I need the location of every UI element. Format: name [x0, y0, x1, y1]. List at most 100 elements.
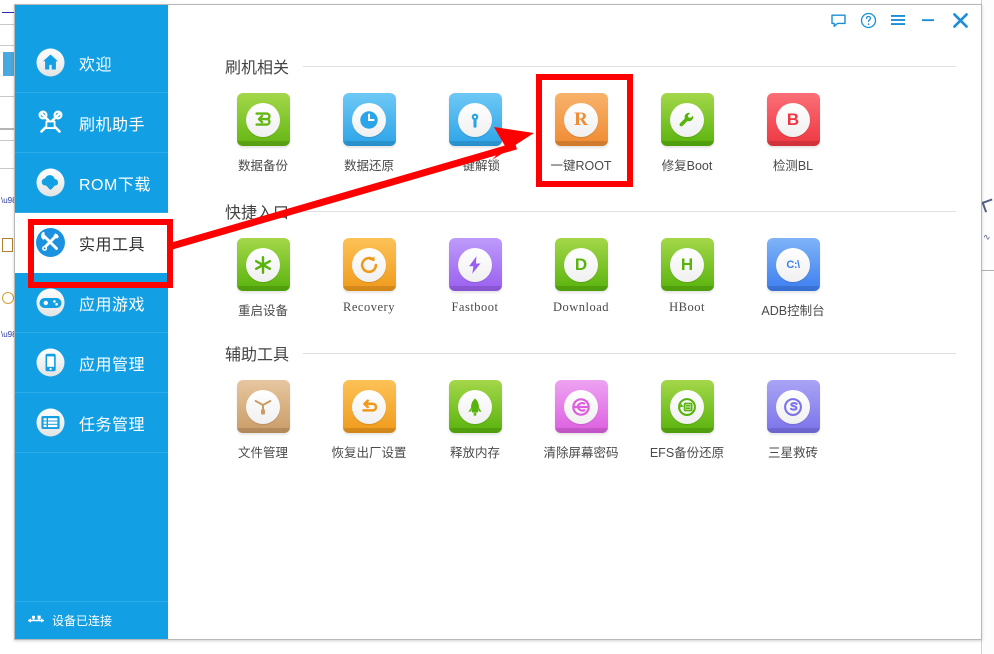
background-rule	[0, 45, 14, 46]
tile-label: 一键解锁	[450, 155, 500, 174]
tile-fastboot[interactable]: Fastboot	[422, 238, 528, 319]
tile-efs-backup-restore[interactable]: EFS备份还原	[634, 380, 740, 461]
section-header: 快捷入口	[168, 198, 981, 224]
tile-label: 文件管理	[238, 442, 288, 461]
recovery-icon	[343, 238, 396, 291]
tile-label: Recovery	[343, 300, 395, 315]
tile-label: 一键ROOT	[550, 155, 611, 174]
background-glyph: ∿	[983, 232, 991, 243]
tile-glyph: R	[564, 103, 598, 137]
tile-download-mode[interactable]: D Download	[528, 238, 634, 319]
clear-screen-lock-icon	[555, 380, 608, 433]
tile-row: 数据备份数据还原一键解锁 R 一键ROOT 修复Boot B 检测BL	[168, 93, 981, 174]
tile-glyph: H	[670, 248, 704, 282]
sidebar-item-label: 任务管理	[79, 411, 145, 435]
sidebar-item-apps-games[interactable]: 应用游戏	[15, 273, 168, 333]
tile-recovery[interactable]: Recovery	[316, 238, 422, 319]
tile-glyph	[458, 390, 492, 424]
tile-repair-boot[interactable]: 修复Boot	[634, 93, 740, 174]
menu-icon[interactable]	[883, 5, 913, 35]
section-title: 辅助工具	[225, 341, 289, 365]
tile-label: Fastboot	[451, 300, 498, 315]
section-quick-entry: 快捷入口 重启设备 Recovery Fastboot D Download HHBoot…	[168, 198, 981, 319]
background-rule	[0, 24, 14, 25]
tile-label: 重启设备	[238, 300, 288, 319]
cloud-download-icon	[33, 166, 67, 200]
tile-label: 修复Boot	[662, 155, 713, 174]
background-window-strip: \u9875 \u9879	[0, 0, 14, 654]
section-title: 快捷入口	[225, 199, 289, 223]
tile-hboot[interactable]: HHBoot	[634, 238, 740, 319]
feedback-icon[interactable]	[823, 5, 853, 35]
sidebar-item-app-management[interactable]: 应用管理	[15, 333, 168, 393]
close-icon[interactable]	[943, 5, 977, 35]
minimize-icon[interactable]	[913, 5, 943, 35]
sidebar-item-rom-download[interactable]: ROM下载	[15, 153, 168, 213]
wrench-screwdriver-icon	[33, 226, 67, 260]
file-manager-icon	[237, 380, 290, 433]
sidebar-item-label: ROM下载	[79, 171, 151, 195]
reboot-device-icon	[237, 238, 290, 291]
detect-bl-icon: B	[767, 93, 820, 146]
tile-reboot-device[interactable]: 重启设备	[210, 238, 316, 319]
background-box	[2, 238, 13, 252]
section-auxiliary-tools: 辅助工具 文件管理 恢复出厂设置释放内存 清除屏幕密码 EFS备份还原三星救砖	[168, 340, 981, 461]
tile-samsung-unbrick[interactable]: 三星救砖	[740, 380, 846, 461]
background-rule	[0, 128, 14, 130]
window-controls	[823, 5, 977, 35]
sidebar-item-practical-tools[interactable]: 实用工具	[15, 213, 168, 273]
section-divider	[303, 353, 956, 354]
sidebar-item-label: 欢迎	[79, 51, 112, 75]
tile-glyph	[246, 390, 280, 424]
tile-row: 文件管理 恢复出厂设置释放内存 清除屏幕密码 EFS备份还原三星救砖	[168, 380, 981, 461]
tile-label: 三星救砖	[768, 442, 818, 461]
repair-boot-icon	[661, 93, 714, 146]
tile-glyph	[246, 103, 280, 137]
background-rule	[0, 140, 14, 141]
factory-reset-icon	[343, 380, 396, 433]
tile-one-key-root[interactable]: R 一键ROOT	[528, 93, 634, 174]
background-highlight-chip	[3, 52, 14, 76]
one-key-root-icon: R	[555, 93, 608, 146]
tile-glyph	[670, 390, 704, 424]
tile-glyph	[352, 390, 386, 424]
background-rule	[0, 168, 14, 169]
tile-detect-bl[interactable]: B 检测BL	[740, 93, 846, 174]
tile-label: 清除屏幕密码	[543, 442, 618, 461]
sidebar-item-welcome[interactable]: 欢迎	[15, 33, 168, 93]
tile-file-manager[interactable]: 文件管理	[210, 380, 316, 461]
section-title: 刷机相关	[225, 54, 289, 78]
sidebar-item-flash-assistant[interactable]: 刷机助手	[15, 93, 168, 153]
list-icon	[33, 406, 67, 440]
background-window-title	[2, 0, 14, 13]
section-header: 辅助工具	[168, 340, 981, 366]
tile-factory-reset[interactable]: 恢复出厂设置	[316, 380, 422, 461]
home-icon	[33, 46, 67, 80]
tile-adb-console[interactable]: C:\ADB控制台	[740, 238, 846, 319]
device-status-bar: 设备已连接	[15, 601, 168, 639]
free-memory-icon	[449, 380, 502, 433]
gamepad-icon	[33, 286, 67, 320]
background-cursor-icon	[981, 198, 994, 212]
tile-clear-screen-lock[interactable]: 清除屏幕密码	[528, 380, 634, 461]
adb-console-icon: C:\	[767, 238, 820, 291]
tile-one-key-unlock[interactable]: 一键解锁	[422, 93, 528, 174]
tile-data-backup[interactable]: 数据备份	[210, 93, 316, 174]
background-circle	[2, 292, 14, 304]
background-right-panel: ∿	[981, 0, 994, 654]
help-icon[interactable]	[853, 5, 883, 35]
sidebar-item-task-management[interactable]: 任务管理	[15, 393, 168, 453]
tile-label: 释放内存	[450, 442, 500, 461]
tile-glyph	[458, 248, 492, 282]
hboot-icon: H	[661, 238, 714, 291]
data-restore-icon	[343, 93, 396, 146]
tile-glyph: D	[564, 248, 598, 282]
tile-glyph: B	[776, 103, 810, 137]
tile-data-restore[interactable]: 数据还原	[316, 93, 422, 174]
tile-label: 检测BL	[773, 155, 813, 174]
tile-glyph	[458, 103, 492, 137]
background-rule	[0, 96, 14, 97]
section-flash-related: 刷机相关 数据备份数据还原一键解锁 R 一键ROOT 修复Boot B 检测BL	[168, 53, 981, 174]
tile-free-memory[interactable]: 释放内存	[422, 380, 528, 461]
tile-label: Download	[553, 300, 609, 315]
